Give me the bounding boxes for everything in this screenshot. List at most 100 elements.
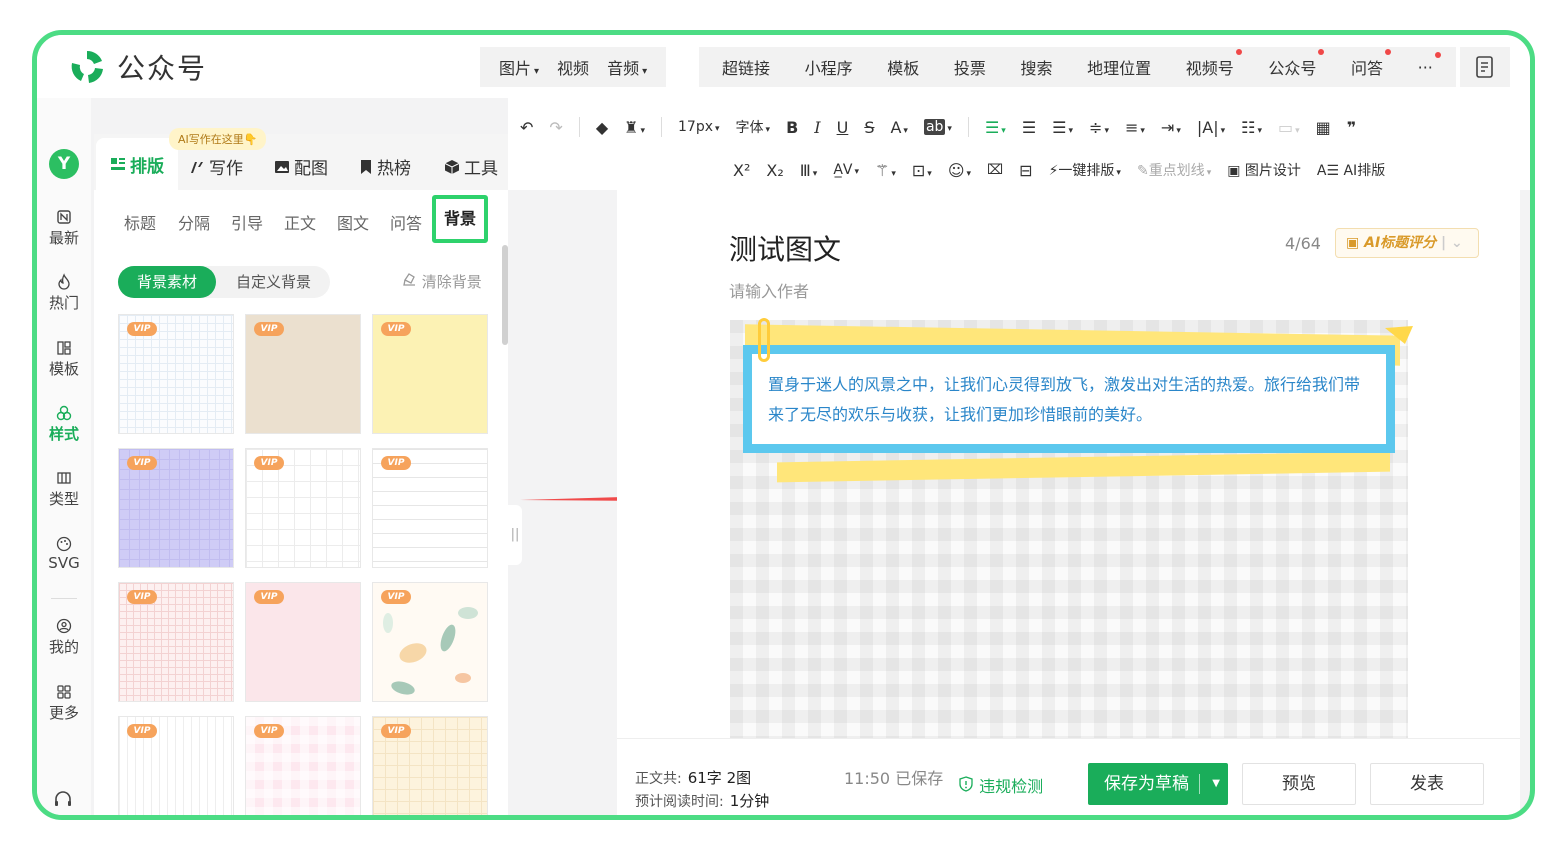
- redo-icon[interactable]: ↷: [549, 118, 562, 137]
- nav-latest[interactable]: 最新: [37, 208, 91, 248]
- panel-scrollbar[interactable]: [502, 245, 508, 345]
- background-tile[interactable]: VIP: [372, 314, 488, 434]
- chevron-down-icon[interactable]: ▼: [1212, 763, 1220, 805]
- superscript-button[interactable]: X²: [733, 161, 750, 180]
- headset-icon[interactable]: [53, 790, 73, 810]
- font-size-select[interactable]: 17px ▾: [678, 119, 720, 135]
- preview-button[interactable]: 预览: [1242, 763, 1356, 805]
- paragraph-spacing-icon[interactable]: ≡ ▾: [1125, 118, 1145, 137]
- background-tile[interactable]: VIP: [118, 314, 234, 434]
- key-underline-button[interactable]: ✎重点划线 ▾: [1137, 160, 1211, 180]
- insert-miniprogram-button[interactable]: 小程序: [796, 55, 862, 79]
- nav-template[interactable]: 模板: [37, 339, 91, 379]
- tab-tools[interactable]: 工具: [444, 154, 498, 179]
- background-tile[interactable]: VIP: [245, 716, 361, 815]
- paper-plane-icon: [1385, 326, 1413, 344]
- chart-icon[interactable]: ⊡ ▾: [912, 161, 932, 180]
- toolbox-icon[interactable]: ⊟: [1019, 161, 1032, 180]
- insert-vote-button[interactable]: 投票: [945, 55, 995, 79]
- picture-design-button[interactable]: ▣ 图片设计: [1227, 160, 1301, 180]
- highlight-color-button[interactable]: ab ▾: [923, 119, 952, 135]
- tab-layout[interactable]: 排版: [96, 138, 178, 190]
- html-icon[interactable]: ⌧: [987, 162, 1003, 178]
- strikethrough-button[interactable]: S: [864, 118, 874, 137]
- toolbar-divider: [578, 117, 580, 137]
- background-tile[interactable]: VIP: [245, 314, 361, 434]
- nav-type[interactable]: 类型: [37, 469, 91, 509]
- emoji-icon[interactable]: ☺ ▾: [948, 161, 971, 180]
- background-tile[interactable]: VIP: [372, 582, 488, 702]
- background-material-option[interactable]: 背景素材: [118, 266, 216, 298]
- article-title-input[interactable]: 测试图文: [729, 228, 841, 268]
- nav-hot[interactable]: 热门: [37, 273, 91, 313]
- background-tile[interactable]: VIP: [245, 582, 361, 702]
- ai-layout-button[interactable]: A☰ AI排版: [1317, 160, 1385, 180]
- insert-location-button[interactable]: 地理位置: [1078, 55, 1160, 79]
- insert-image-button[interactable]: 图片 ▾: [490, 55, 548, 79]
- format-painter-icon[interactable]: ♜ ▾: [624, 118, 645, 137]
- subtab-qa[interactable]: 问答: [390, 210, 422, 234]
- letter-spacing-icon[interactable]: |A| ▾: [1197, 118, 1225, 137]
- insert-hyperlink-button[interactable]: 超链接: [713, 55, 779, 79]
- quote-block[interactable]: 置身于迷人的风景之中，让我们心灵得到放飞，激发出对生活的热爱。旅行给我们带来了无…: [743, 345, 1395, 453]
- nav-mine[interactable]: 我的: [37, 617, 91, 657]
- insert-channels-button[interactable]: 视频号: [1177, 49, 1243, 79]
- subtab-guide[interactable]: 引导: [231, 210, 263, 234]
- save-draft-button[interactable]: 保存为草稿 ▼: [1088, 763, 1228, 805]
- background-tile[interactable]: VIP: [118, 582, 234, 702]
- subscript-button[interactable]: X₂: [766, 161, 783, 180]
- subtab-heading[interactable]: 标题: [124, 210, 156, 234]
- clear-background-button[interactable]: 清除背景: [402, 271, 482, 292]
- undo-icon[interactable]: ↶: [520, 118, 533, 137]
- nav-more[interactable]: 更多: [37, 683, 91, 723]
- background-tile[interactable]: VIP: [372, 716, 488, 815]
- indent-icon[interactable]: ⇥ ▾: [1161, 118, 1181, 137]
- align-justify-icon[interactable]: ☰ ▾: [1052, 118, 1073, 137]
- subtab-background[interactable]: 背景: [432, 195, 488, 243]
- insert-template-button[interactable]: 模板: [878, 55, 928, 79]
- bold-button[interactable]: B: [786, 118, 798, 137]
- nav-style[interactable]: 样式: [37, 404, 91, 444]
- quote-icon[interactable]: ❞: [1347, 118, 1356, 137]
- subtab-image-text[interactable]: 图文: [337, 210, 369, 234]
- align-left-icon[interactable]: ☰ ▾: [985, 118, 1006, 137]
- document-settings-button[interactable]: [1460, 47, 1510, 87]
- background-tile[interactable]: VIP: [118, 448, 234, 568]
- insert-video-button[interactable]: 视频: [548, 55, 598, 79]
- compliance-check-button[interactable]: 违规检测: [958, 773, 1043, 797]
- underline-button[interactable]: U: [837, 118, 849, 137]
- insert-audio-button[interactable]: 音频 ▾: [598, 55, 656, 79]
- subtab-divider[interactable]: 分隔: [178, 210, 210, 234]
- italic-button[interactable]: I: [814, 118, 820, 137]
- font-color-button[interactable]: A ▾: [890, 118, 907, 137]
- background-tile[interactable]: VIP: [245, 448, 361, 568]
- subtab-body[interactable]: 正文: [284, 210, 316, 234]
- insert-official-account-button[interactable]: 公众号: [1259, 49, 1325, 79]
- ai-title-score-button[interactable]: ▣ AI标题评分 | ⌄: [1335, 228, 1479, 258]
- custom-background-option[interactable]: 自定义背景: [236, 266, 311, 298]
- magic-wand-icon[interactable]: ⚚ ▾: [875, 161, 896, 180]
- background-tile[interactable]: VIP: [372, 448, 488, 568]
- nav-svg[interactable]: SVG: [37, 535, 91, 572]
- table-icon[interactable]: ▦: [1316, 118, 1331, 137]
- more-menu-button[interactable]: ···: [1409, 51, 1442, 77]
- publish-button[interactable]: 发表: [1370, 763, 1484, 805]
- list-icon[interactable]: ☷ ▾: [1241, 118, 1262, 137]
- text-format-icon[interactable]: Ⅲ ▾: [800, 161, 818, 180]
- quote-text[interactable]: 置身于迷人的风景之中，让我们心灵得到放飞，激发出对生活的热爱。旅行给我们带来了无…: [752, 354, 1386, 444]
- tab-writing[interactable]: 写作: [189, 154, 243, 179]
- tab-images[interactable]: 配图: [274, 154, 328, 179]
- author-input[interactable]: 请输入作者: [729, 278, 809, 302]
- insert-search-button[interactable]: 搜索: [1012, 55, 1062, 79]
- eraser-format-icon[interactable]: ◆: [596, 118, 608, 137]
- line-spacing-icon[interactable]: ≑ ▾: [1089, 118, 1109, 137]
- tab-trending[interactable]: 热榜: [359, 154, 411, 179]
- one-click-layout-button[interactable]: ⚡一键排版 ▾: [1049, 160, 1121, 180]
- background-tile[interactable]: VIP: [118, 716, 234, 815]
- font-family-select[interactable]: 字体 ▾: [736, 117, 771, 137]
- panel-collapse-handle[interactable]: ||: [508, 505, 522, 565]
- insert-qa-button[interactable]: 问答: [1342, 49, 1392, 79]
- block-icon[interactable]: ▭ ▾: [1278, 118, 1300, 137]
- char-spacing-icon[interactable]: A̲V ▾: [833, 162, 859, 178]
- align-center-icon[interactable]: ☰: [1022, 118, 1036, 137]
